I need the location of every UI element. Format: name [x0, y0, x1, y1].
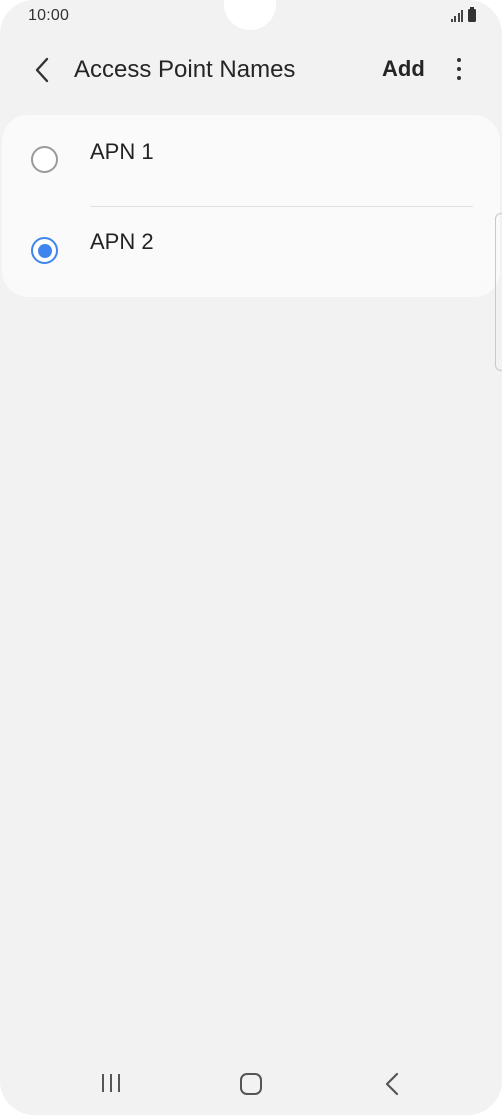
apn-label: APN 2: [90, 229, 154, 254]
back-button[interactable]: [22, 52, 62, 88]
back-chevron-icon[interactable]: [380, 1071, 404, 1097]
phone-screen: 10:00 Access Point Names Add APN 1 APN 2: [0, 0, 502, 1115]
apn-list-item-1[interactable]: APN 1: [2, 115, 500, 205]
scrollbar[interactable]: [495, 213, 502, 371]
apn-list: APN 1 APN 2: [2, 115, 500, 297]
status-time: 10:00: [28, 7, 70, 24]
radio-button-apn-1[interactable]: [31, 146, 58, 173]
apn-label: APN 1: [90, 139, 154, 164]
status-bar: 10:00: [0, 0, 502, 32]
navigation-bar: [0, 1055, 502, 1115]
recents-icon: [102, 1074, 104, 1092]
radio-button-apn-2[interactable]: [31, 237, 58, 264]
more-options-button[interactable]: [444, 52, 474, 86]
signal-icon: [450, 10, 463, 22]
status-icons: [450, 7, 476, 22]
add-button[interactable]: Add: [382, 56, 425, 82]
recents-button[interactable]: [98, 1074, 124, 1096]
app-bar: Access Point Names Add: [0, 42, 502, 98]
chevron-left-icon: [35, 57, 49, 83]
apn-list-item-2[interactable]: APN 2: [2, 207, 500, 297]
more-vertical-icon: [457, 58, 461, 62]
home-button[interactable]: [240, 1073, 262, 1095]
battery-icon: [468, 7, 476, 22]
page-title: Access Point Names: [74, 56, 296, 83]
